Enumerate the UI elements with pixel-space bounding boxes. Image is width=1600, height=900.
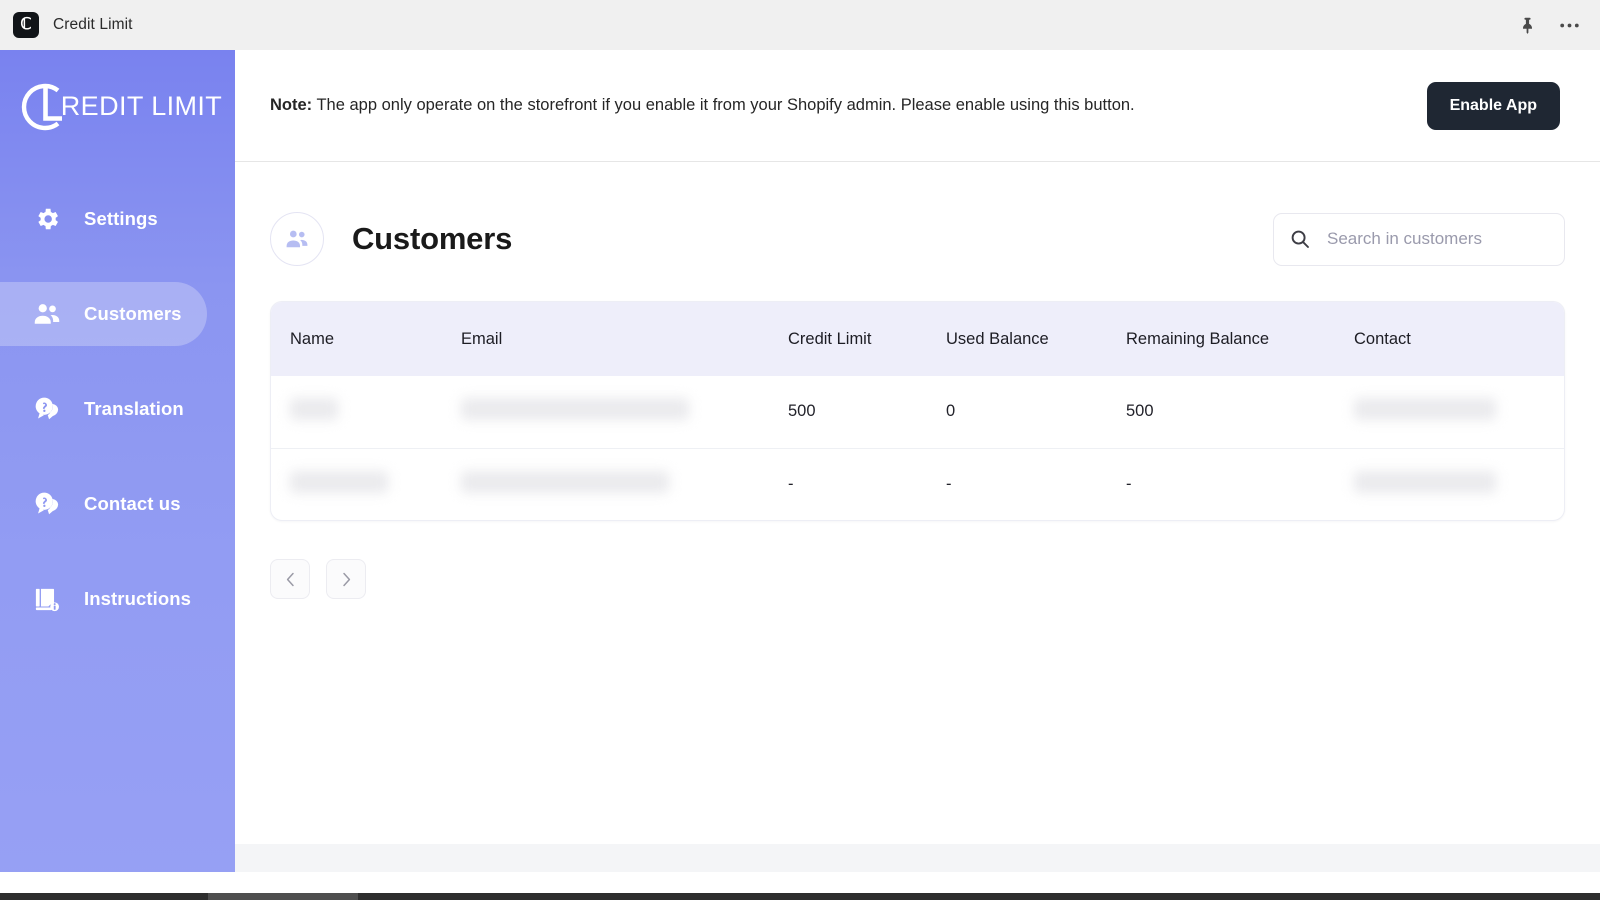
note-text: Note: The app only operate on the storef… — [270, 94, 1135, 117]
sidebar-item-translation[interactable]: Translation — [0, 377, 207, 441]
column-header-contact: Contact — [1336, 302, 1564, 376]
column-header-email: Email — [443, 302, 770, 376]
sidebar-item-label: Translation — [84, 398, 184, 420]
table-row[interactable]: - - - — [271, 448, 1564, 520]
cell-credit-limit: - — [770, 448, 928, 520]
search-icon — [1290, 229, 1310, 249]
sidebar-item-label: Contact us — [84, 493, 181, 515]
column-header-name: Name — [271, 302, 443, 376]
enable-app-button[interactable]: Enable App — [1427, 82, 1560, 130]
customers-table-card: Name Email Credit Limit Used Balance Rem… — [270, 301, 1565, 521]
cell-credit-limit: 500 — [770, 376, 928, 448]
search-input[interactable] — [1327, 229, 1548, 249]
sidebar-item-label: Settings — [84, 208, 158, 230]
redacted-value — [1354, 471, 1496, 493]
table-header-row: Name Email Credit Limit Used Balance Rem… — [271, 302, 1564, 376]
column-header-remaining-balance: Remaining Balance — [1108, 302, 1336, 376]
redacted-value — [290, 471, 388, 493]
pagination — [270, 559, 1565, 599]
cell-email — [443, 376, 770, 448]
cell-contact — [1336, 376, 1564, 448]
search-box[interactable] — [1273, 213, 1565, 266]
redacted-value — [1354, 398, 1496, 420]
page-title: Customers — [352, 221, 512, 257]
note-message: The app only operate on the storefront i… — [312, 96, 1134, 114]
sidebar-logo[interactable]: REDIT LIMIT — [0, 50, 235, 163]
main-content: Note: The app only operate on the storef… — [235, 50, 1600, 900]
note-label: Note: — [270, 96, 312, 114]
column-header-credit-limit: Credit Limit — [770, 302, 928, 376]
sidebar-item-contact-us[interactable]: Contact us — [0, 472, 207, 536]
cell-used-balance: 0 — [928, 376, 1108, 448]
sidebar-item-settings[interactable]: Settings — [0, 187, 207, 251]
people-icon — [270, 212, 324, 266]
app-body: REDIT LIMIT Settings — [0, 50, 1600, 900]
title-bar: ℂ Credit Limit — [0, 0, 1600, 50]
question-chat-icon — [30, 395, 64, 424]
book-info-icon — [30, 585, 64, 614]
table-row[interactable]: 500 0 500 — [271, 376, 1564, 448]
scrollbar-thumb[interactable] — [208, 893, 358, 900]
redacted-value — [461, 471, 669, 493]
footer-strip — [235, 844, 1600, 872]
note-banner: Note: The app only operate on the storef… — [235, 50, 1600, 162]
pin-icon[interactable] — [1516, 14, 1538, 36]
sidebar-item-instructions[interactable]: Instructions — [0, 567, 207, 631]
redacted-value — [290, 398, 338, 420]
sidebar: REDIT LIMIT Settings — [0, 50, 235, 900]
cell-name — [271, 448, 443, 520]
page-header: Customers — [270, 210, 1565, 268]
cell-remaining-balance: 500 — [1108, 376, 1336, 448]
cell-remaining-balance: - — [1108, 448, 1336, 520]
horizontal-scrollbar[interactable] — [0, 872, 1600, 900]
cell-contact — [1336, 448, 1564, 520]
cell-name — [271, 376, 443, 448]
scrollbar-track[interactable] — [0, 893, 1600, 900]
sidebar-logo-text: REDIT LIMIT — [61, 91, 222, 122]
column-header-used-balance: Used Balance — [928, 302, 1108, 376]
previous-page-button[interactable] — [270, 559, 310, 599]
app-icon: ℂ — [13, 12, 39, 38]
titlebar-actions — [1516, 14, 1586, 36]
cell-used-balance: - — [928, 448, 1108, 520]
gear-icon — [30, 205, 64, 233]
customers-panel: Customers — [235, 162, 1600, 900]
sidebar-nav: Settings Customers — [0, 187, 235, 631]
credit-limit-logo-icon — [17, 78, 75, 136]
question-chat-icon — [30, 490, 64, 519]
sidebar-item-label: Customers — [84, 303, 182, 325]
cell-email — [443, 448, 770, 520]
app-window: ℂ Credit Limit — [0, 0, 1600, 900]
more-options-icon[interactable] — [1558, 14, 1580, 36]
window-title: Credit Limit — [53, 16, 133, 34]
people-icon — [30, 299, 64, 329]
redacted-value — [461, 398, 689, 420]
customers-table: Name Email Credit Limit Used Balance Rem… — [271, 302, 1564, 520]
sidebar-item-customers[interactable]: Customers — [0, 282, 207, 346]
sidebar-item-label: Instructions — [84, 588, 191, 610]
next-page-button[interactable] — [326, 559, 366, 599]
